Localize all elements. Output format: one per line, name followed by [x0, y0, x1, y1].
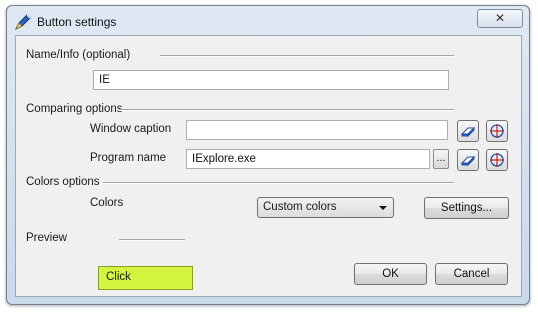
window-caption-label: Window caption	[90, 123, 172, 135]
window-title: Button settings	[37, 15, 117, 29]
window-caption-input[interactable]	[186, 120, 448, 140]
preview-button[interactable]: Click	[98, 266, 193, 290]
colors-label: Colors	[90, 197, 124, 209]
dialog-body: Name/Info (optional) Comparing options W…	[15, 35, 522, 297]
pick-window-button[interactable]	[486, 120, 508, 142]
chevron-down-icon	[379, 206, 387, 210]
colors-options-divider	[103, 182, 454, 184]
pick-program-button[interactable]	[486, 149, 508, 171]
name-info-divider	[160, 55, 454, 57]
clear-program-button[interactable]	[457, 149, 479, 171]
close-button[interactable]: ✕	[477, 9, 523, 28]
program-name-label: Program name	[90, 152, 167, 164]
browse-button[interactable]: ...	[433, 149, 449, 169]
title-bar: Button settings ✕	[7, 6, 529, 36]
cancel-button[interactable]: Cancel	[435, 263, 508, 285]
colors-dropdown-value: Custom colors	[263, 201, 337, 213]
preview-divider	[119, 239, 185, 241]
colors-dropdown[interactable]: Custom colors	[257, 197, 394, 218]
close-icon: ✕	[494, 11, 506, 25]
preview-label: Preview	[26, 232, 67, 244]
program-name-input[interactable]	[186, 149, 430, 169]
comparing-options-divider	[119, 109, 454, 111]
button-settings-dialog: Button settings ✕ Name/Info (optional) C…	[6, 5, 530, 305]
settings-button[interactable]: Settings...	[424, 197, 509, 219]
pen-icon	[13, 12, 33, 32]
name-info-input[interactable]	[93, 70, 449, 90]
colors-options-label: Colors options	[26, 176, 100, 188]
name-info-label: Name/Info (optional)	[26, 49, 131, 61]
clear-caption-button[interactable]	[457, 120, 479, 142]
comparing-options-label: Comparing options	[26, 103, 123, 115]
ok-button[interactable]: OK	[354, 263, 427, 285]
